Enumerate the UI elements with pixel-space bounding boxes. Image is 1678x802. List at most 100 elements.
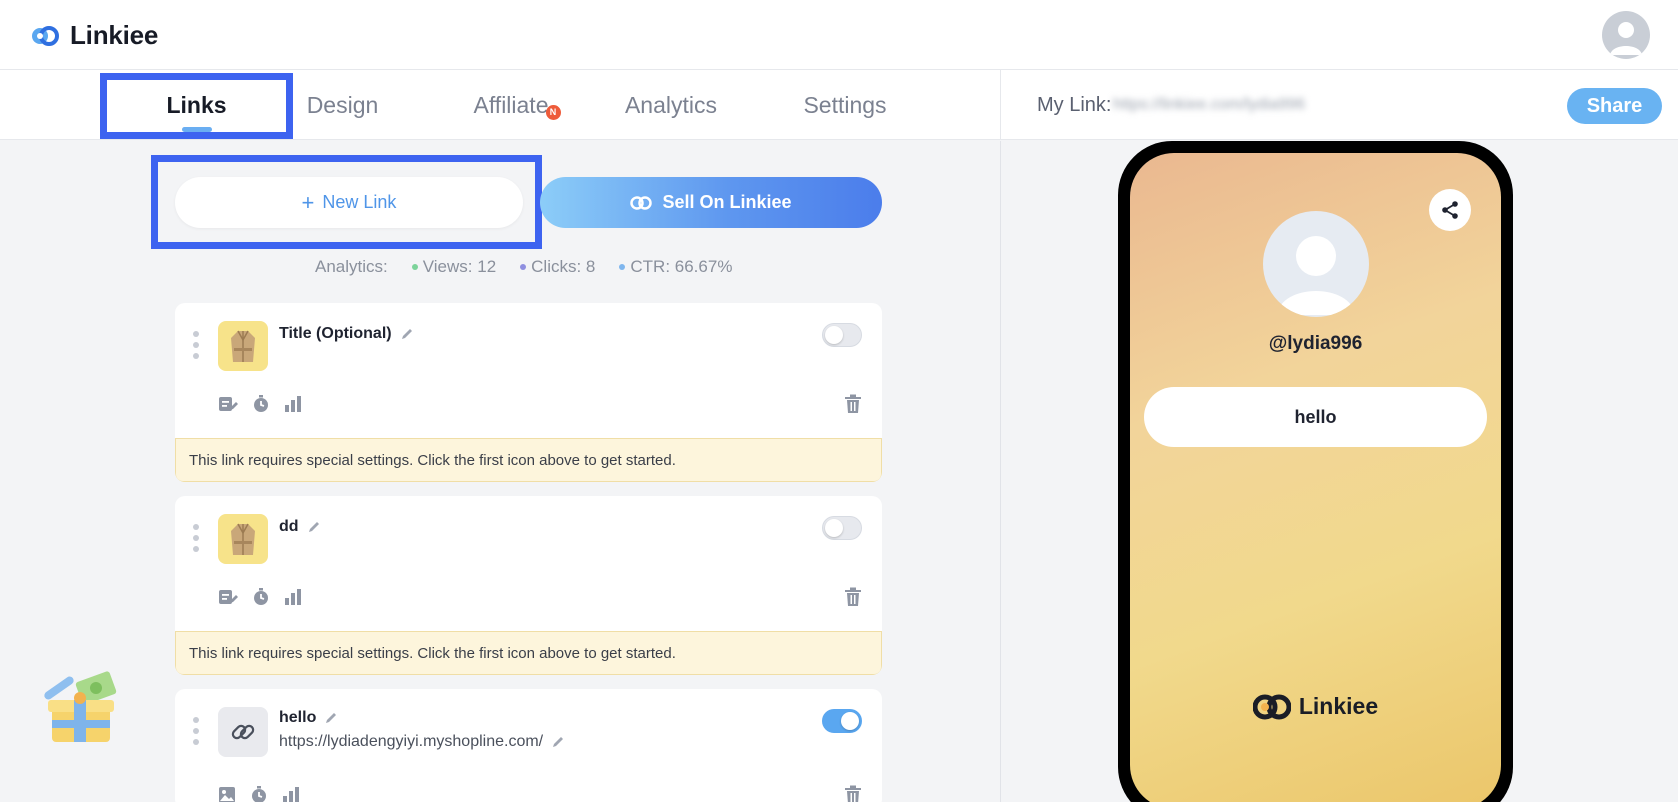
- brand-logo[interactable]: Linkiee: [30, 18, 158, 52]
- linkiee-logo-icon: [32, 26, 59, 46]
- my-link-url-text: https://linkiee.com/lydia996: [1113, 96, 1306, 113]
- notice-text: This link requires special settings. Cli…: [189, 451, 676, 469]
- toggle-knob: [825, 519, 843, 537]
- linkiee-mark-icon: [630, 195, 653, 210]
- link-icon: [231, 724, 255, 740]
- tab-links[interactable]: Links: [110, 70, 283, 140]
- link-title-text: hello: [279, 709, 317, 726]
- active-tab-indicator: [181, 127, 212, 132]
- views-dot: [411, 264, 418, 270]
- profile-avatar-icon: [1276, 236, 1355, 315]
- link-url[interactable]: https://lydiadengyiyi.myshopline.com/: [279, 733, 565, 751]
- ctr-dot: [619, 264, 626, 270]
- coat-thumbnail[interactable]: [218, 514, 268, 564]
- clicks-dot: [520, 264, 527, 270]
- link-enable-toggle[interactable]: [822, 516, 862, 540]
- trash-icon[interactable]: [844, 394, 862, 414]
- views-stat: Views: 12: [411, 257, 497, 277]
- share-icon: [1442, 201, 1458, 219]
- phone-preview: @lydia996 hello Linkiee: [1118, 141, 1513, 802]
- preview-link-button[interactable]: hello: [1144, 387, 1487, 447]
- link-url-text: https://lydiadengyiyi.myshopline.com/: [279, 733, 544, 750]
- tab-affiliate-wrap: Affiliate N: [473, 91, 561, 120]
- tab-analytics[interactable]: Analytics: [615, 70, 727, 140]
- linkiee-logo-icon: [1252, 694, 1291, 719]
- sell-on-linkiee-button[interactable]: Sell On Linkiee: [540, 177, 882, 228]
- tab-affiliate[interactable]: Affiliate N: [455, 70, 567, 140]
- bar-chart-icon[interactable]: [284, 395, 302, 413]
- link-thumbnail[interactable]: [218, 707, 268, 757]
- trash-icon[interactable]: [844, 785, 862, 802]
- user-avatar[interactable]: [1602, 11, 1650, 59]
- link-tools: [218, 394, 302, 414]
- preview-share-button[interactable]: [1429, 189, 1471, 231]
- tab-design[interactable]: Design: [290, 70, 395, 140]
- notice-text: This link requires special settings. Cli…: [189, 644, 676, 662]
- gift-icon: [44, 671, 117, 742]
- trash-icon[interactable]: [844, 587, 862, 607]
- edit-pencil-icon[interactable]: [551, 735, 565, 749]
- edit-pencil-icon[interactable]: [400, 327, 414, 341]
- edit-settings-icon[interactable]: [218, 395, 238, 413]
- share-button[interactable]: Share: [1567, 88, 1662, 124]
- gift-promo-button[interactable]: [38, 670, 124, 750]
- sell-label: Sell On Linkiee: [662, 192, 792, 212]
- link-enable-toggle[interactable]: [822, 709, 862, 733]
- tab-bar: Links Design Affiliate N Analytics Setti…: [0, 70, 1000, 140]
- preview-brand: Linkiee: [1130, 693, 1501, 720]
- timer-icon[interactable]: [250, 785, 268, 802]
- bar-chart-icon[interactable]: [282, 786, 300, 802]
- tab-analytics-label: Analytics: [624, 91, 718, 118]
- link-title-text: dd: [279, 518, 299, 535]
- clicks-value: Clicks: 8: [531, 257, 596, 276]
- special-settings-notice: This link requires special settings. Cli…: [175, 438, 882, 482]
- link-title-text: Title (Optional): [279, 325, 392, 342]
- edit-pencil-icon[interactable]: [324, 711, 338, 725]
- link-tools: [218, 785, 300, 802]
- edit-pencil-icon[interactable]: [307, 520, 321, 534]
- analytics-summary: Analytics: Views: 12 Clicks: 8 CTR: 66.6…: [315, 256, 732, 278]
- coat-thumbnail[interactable]: [218, 321, 268, 371]
- tab-design-label: Design: [306, 91, 379, 118]
- new-link-button[interactable]: + New Link: [175, 177, 523, 228]
- link-title[interactable]: dd: [279, 518, 321, 536]
- link-title[interactable]: hello: [279, 709, 338, 727]
- link-enable-toggle[interactable]: [822, 323, 862, 347]
- image-icon[interactable]: [218, 786, 236, 802]
- views-value: Views: 12: [422, 257, 497, 276]
- my-link-bar: My Link: https://linkiee.com/lydia996 Sh…: [1000, 70, 1678, 140]
- tab-settings-label: Settings: [803, 91, 887, 118]
- link-tools: [218, 587, 302, 607]
- ctr-value: CTR: 66.67%: [630, 257, 733, 276]
- analytics-label: Analytics:: [315, 257, 388, 276]
- drag-handle-icon[interactable]: [193, 524, 199, 552]
- preview-brand-name: Linkiee: [1298, 693, 1379, 719]
- bar-chart-icon[interactable]: [284, 588, 302, 606]
- drag-handle-icon[interactable]: [193, 717, 199, 745]
- link-card: dd This link requires special settings. …: [175, 496, 882, 675]
- top-header: Linkiee: [0, 0, 1678, 70]
- coat-icon: [231, 523, 255, 555]
- drag-handle-icon[interactable]: [193, 331, 199, 359]
- preview-username: @lydia996: [1268, 333, 1363, 354]
- link-title[interactable]: Title (Optional): [279, 325, 414, 343]
- timer-icon[interactable]: [252, 394, 270, 414]
- timer-icon[interactable]: [252, 587, 270, 607]
- toggle-knob: [841, 712, 859, 730]
- my-link-label: My Link:: [1037, 93, 1112, 116]
- special-settings-notice: This link requires special settings. Cli…: [175, 631, 882, 675]
- user-avatar-icon: [1610, 22, 1642, 55]
- tab-settings[interactable]: Settings: [795, 70, 895, 140]
- brand-name: Linkiee: [70, 19, 159, 50]
- my-link-url[interactable]: https://linkiee.com/lydia996: [1113, 94, 1305, 116]
- link-card: Title (Optional) This link requires spec…: [175, 303, 882, 482]
- coat-icon: [231, 330, 255, 362]
- tab-affiliate-label: Affiliate: [473, 91, 549, 118]
- new-badge: N: [545, 104, 561, 120]
- tab-links-label: Links: [166, 91, 227, 118]
- plus-icon: +: [301, 189, 315, 215]
- phone-screen: @lydia996 hello Linkiee: [1130, 153, 1501, 802]
- link-card: hello https://lydiadengyiyi.myshopline.c…: [175, 689, 882, 802]
- ctr-stat: CTR: 66.67%: [619, 257, 732, 277]
- edit-settings-icon[interactable]: [218, 588, 238, 606]
